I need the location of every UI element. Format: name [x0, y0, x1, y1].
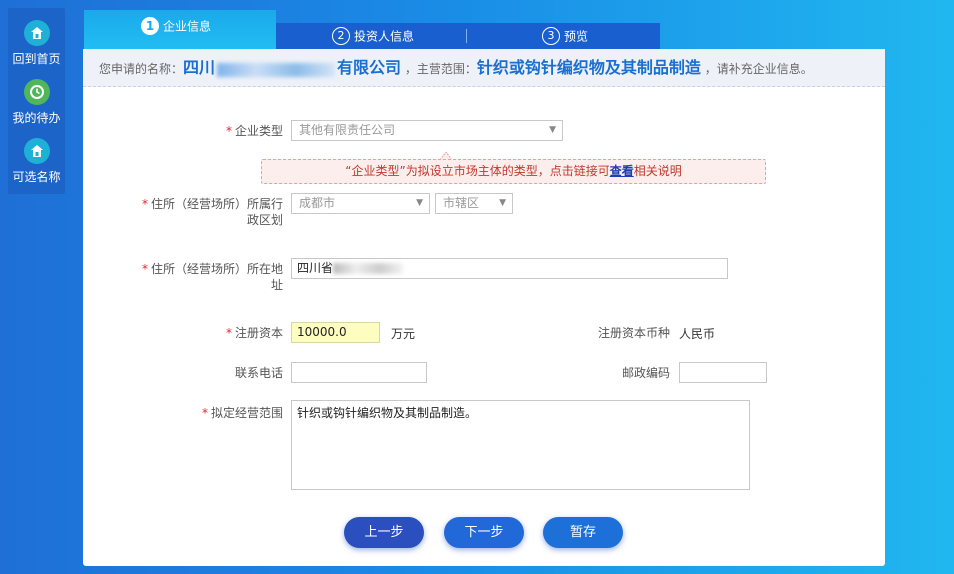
next-step-button[interactable]: 下一步	[444, 517, 524, 548]
step-label: 投资人信息	[354, 29, 415, 44]
side-nav: 回到首页 我的待办 可选名称	[8, 8, 65, 194]
phone-label: 联系电话	[234, 366, 283, 380]
company-name-prefix: 四川	[183, 58, 216, 77]
nav-todo-label: 我的待办	[12, 111, 61, 125]
postcode-input[interactable]	[679, 362, 767, 383]
nav-names[interactable]: 可选名称	[8, 138, 65, 185]
prev-step-button[interactable]: 上一步	[344, 517, 424, 548]
save-draft-button[interactable]: 暂存	[543, 517, 623, 548]
company-name-suffix: 有限公司	[337, 58, 402, 77]
steps-bar: 2 投资人信息 3 预览	[276, 23, 660, 49]
currency-value: 人民币	[679, 327, 716, 341]
chevron-down-icon: ▼	[549, 125, 556, 135]
clock-icon	[23, 79, 50, 105]
capital-label: * 注册资本	[225, 326, 283, 340]
business-scope-textarea[interactable]: 针织或钩针编织物及其制品制造。	[291, 400, 750, 490]
capital-input[interactable]: 10000.0	[291, 322, 380, 343]
scope-label: ，主营范围：	[404, 62, 477, 76]
nav-home-label: 回到首页	[12, 52, 61, 66]
region-label: * 住所（经营场所）所属行 政区划	[141, 197, 283, 227]
capital-unit: 万元	[391, 327, 416, 341]
step-label: 企业信息	[163, 19, 212, 34]
tab-company-info[interactable]: 1 企业信息	[84, 10, 276, 49]
currency-label: 注册资本币种	[597, 326, 670, 340]
phone-input[interactable]	[291, 362, 427, 383]
step-number: 3	[542, 27, 560, 45]
tab-preview[interactable]: 3 预览	[542, 27, 588, 45]
district-select[interactable]: 市辖区 ▼	[435, 193, 513, 214]
blurred-name	[217, 62, 336, 77]
postcode-label: 邮政编码	[621, 366, 670, 380]
form-panel: 您申请的名称：四川 有限公司 ，主营范围：针织或钩针编织物及其制品制造 ，请补充企…	[83, 49, 885, 566]
step-number: 1	[141, 17, 159, 35]
nav-names-label: 可选名称	[12, 170, 61, 184]
address-label: * 住所（经营场所）所在地址	[141, 262, 283, 292]
view-explanation-link[interactable]: 查看	[610, 164, 634, 178]
home-icon	[23, 20, 50, 46]
step-label: 预览	[564, 29, 589, 44]
step-number: 2	[332, 27, 350, 45]
address-input[interactable]: 四川省	[291, 258, 728, 279]
chevron-down-icon: ▼	[499, 198, 506, 208]
summary-tail: ，请补充企业信息。	[704, 62, 813, 76]
nav-home[interactable]: 回到首页	[8, 20, 65, 67]
home-icon	[23, 138, 50, 164]
nav-todo[interactable]: 我的待办	[8, 79, 65, 126]
company-type-hint: “企业类型”为拟设立市场主体的类型，点击链接可查看相关说明	[261, 159, 766, 184]
tab-investor-info[interactable]: 2 投资人信息	[332, 27, 414, 45]
company-type-select[interactable]: 其他有限责任公司 ▼	[291, 120, 563, 141]
company-type-label: * 企业类型	[225, 124, 283, 138]
name-label: 您申请的名称：	[99, 62, 184, 76]
chevron-down-icon: ▼	[416, 198, 423, 208]
main-scope: 针织或钩针编织物及其制品制造	[476, 58, 701, 77]
business-scope-label: * 拟定经营范围	[201, 406, 283, 420]
application-summary: 您申请的名称：四川 有限公司 ，主营范围：针织或钩针编织物及其制品制造 ，请补充企…	[83, 49, 885, 87]
step-divider	[466, 29, 467, 43]
city-select[interactable]: 成都市 ▼	[291, 193, 430, 214]
blurred-address	[333, 263, 404, 274]
